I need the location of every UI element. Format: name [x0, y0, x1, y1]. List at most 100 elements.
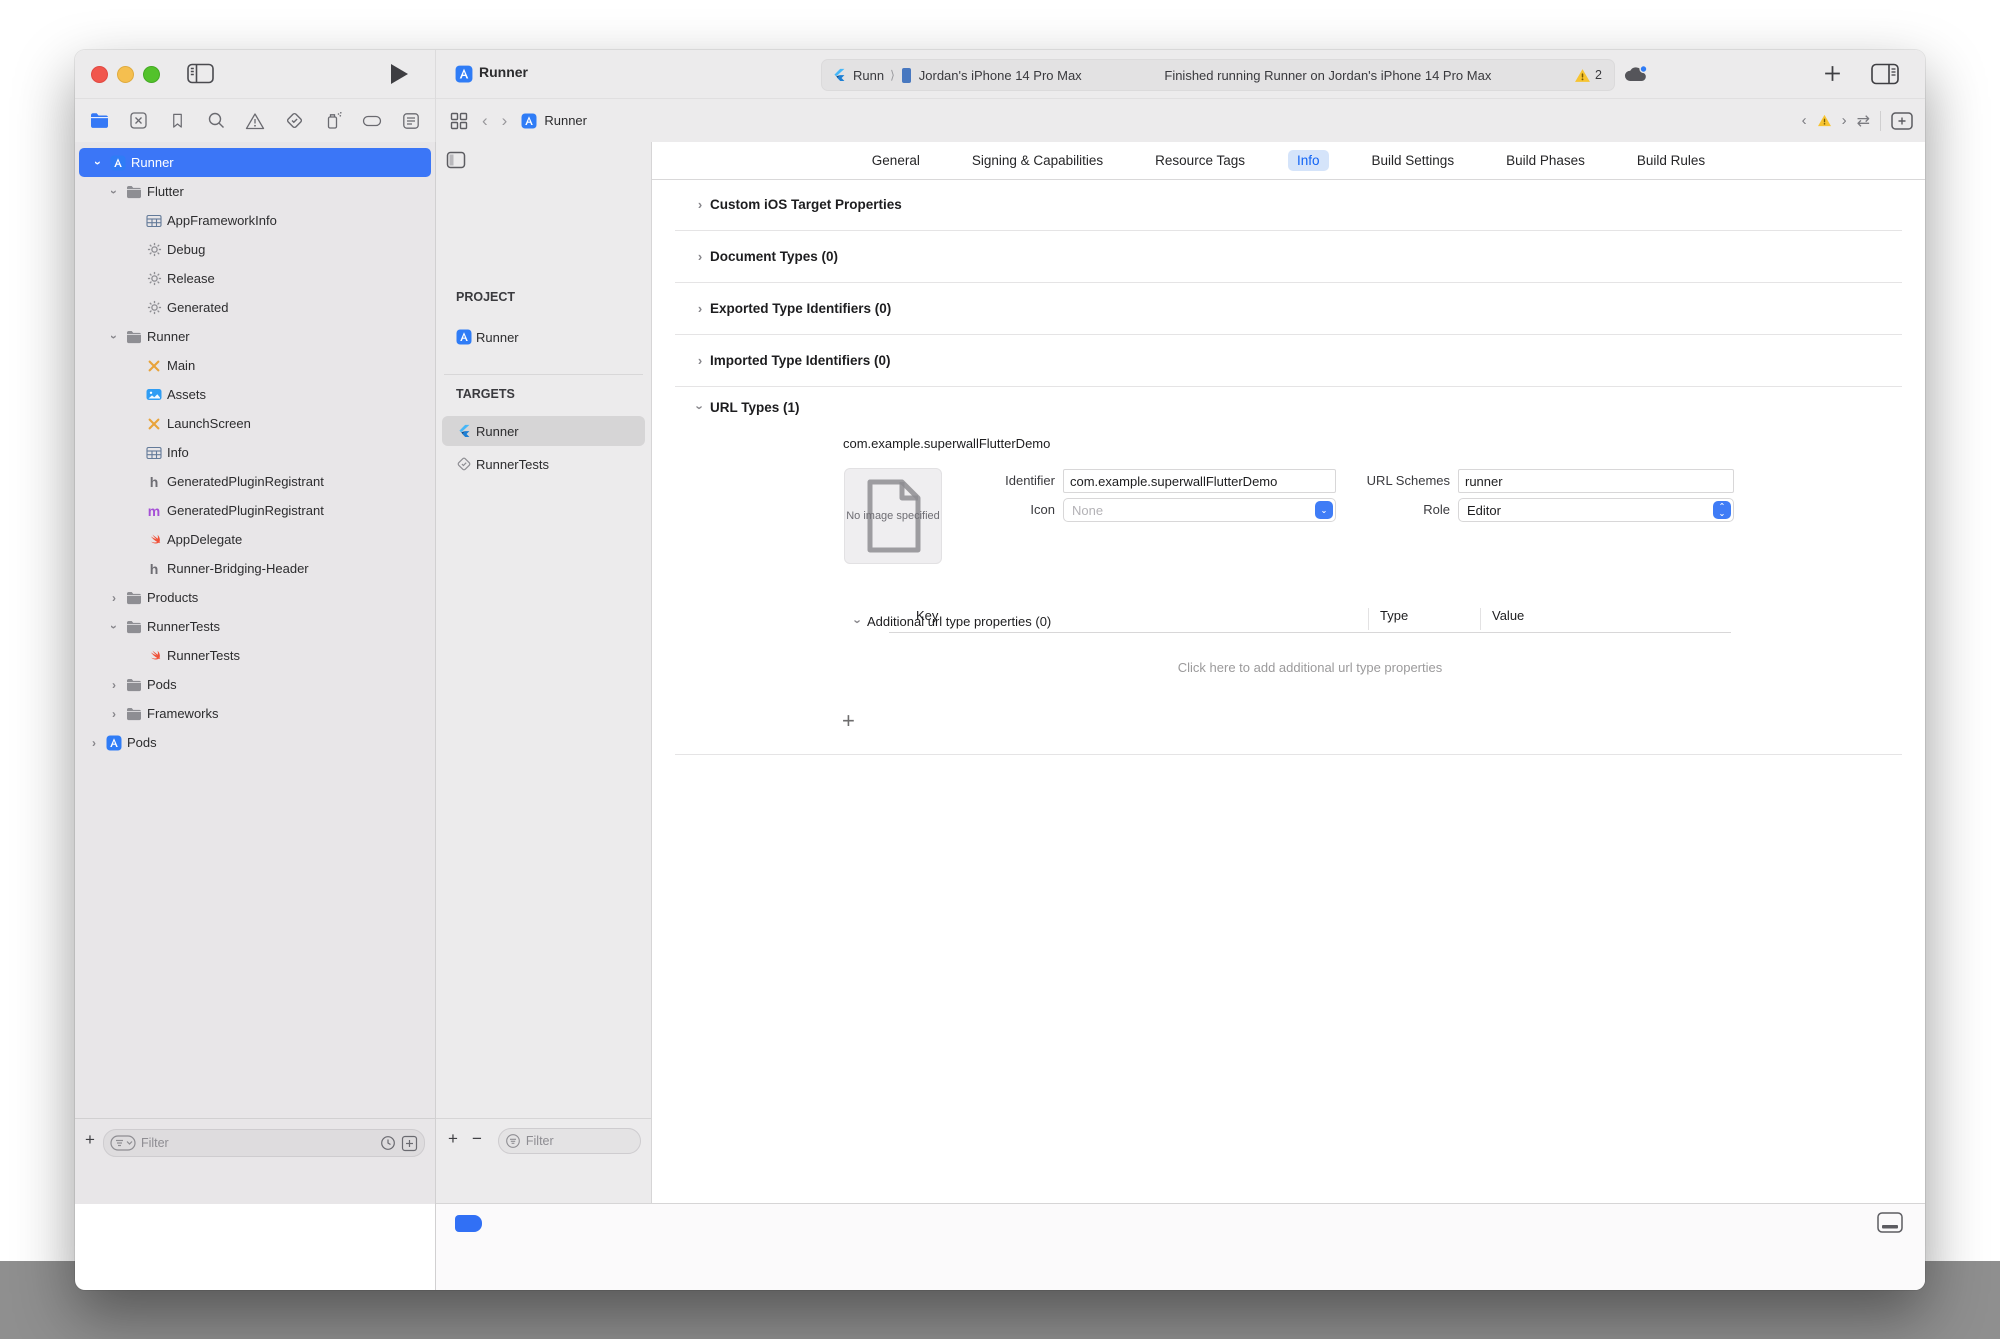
- breakpoints-icon[interactable]: [360, 109, 384, 133]
- target-row-runnertests[interactable]: RunnerTests: [442, 449, 645, 479]
- tab-general[interactable]: General: [863, 150, 929, 171]
- warning-count[interactable]: 2: [1595, 68, 1602, 82]
- add-toolbar-icon[interactable]: [1822, 63, 1843, 84]
- tab-signing-capabilities[interactable]: Signing & Capabilities: [963, 150, 1112, 171]
- navigator-row-appframeworkinfo[interactable]: AppFrameworkInfo: [75, 206, 435, 235]
- navigator-row-main[interactable]: Main: [75, 351, 435, 380]
- navigator-row-runnertests[interactable]: ›RunnerTests: [75, 612, 435, 641]
- previous-issue-icon[interactable]: ‹: [1802, 112, 1807, 129]
- navigator-row-runner[interactable]: ›Runner: [79, 148, 431, 177]
- run-button[interactable]: [391, 64, 408, 84]
- navigator-row-pods[interactable]: ›Pods: [75, 728, 435, 757]
- reports-icon[interactable]: [399, 109, 423, 133]
- navigator-row-products[interactable]: ›Products: [75, 583, 435, 612]
- find-icon[interactable]: [204, 109, 228, 133]
- navigator-row-runnertests[interactable]: RunnerTests: [75, 641, 435, 670]
- swap-editor-icon[interactable]: ⇄: [1857, 111, 1870, 131]
- role-popup[interactable]: Editor ⌃⌄: [1458, 498, 1734, 522]
- tab-resource-tags[interactable]: Resource Tags: [1146, 150, 1254, 171]
- disclosure-chevron-icon[interactable]: ›: [107, 618, 121, 636]
- project-row[interactable]: Runner: [442, 322, 645, 352]
- filter-indicator-icon[interactable]: [455, 1215, 482, 1232]
- navigator-row-frameworks[interactable]: ›Frameworks: [75, 699, 435, 728]
- zoom-traffic-light[interactable]: [143, 66, 160, 83]
- tab-build-settings[interactable]: Build Settings: [1363, 150, 1464, 171]
- disclosure-chevron-icon[interactable]: ›: [690, 353, 710, 368]
- section-imported-type-identifiers-0-[interactable]: ›Imported Type Identifiers (0): [652, 335, 1925, 386]
- jumpbar-document[interactable]: Runner: [521, 113, 587, 129]
- add-target-button[interactable]: +: [448, 1128, 458, 1150]
- additional-properties-header[interactable]: › Additional url type properties (0): [849, 614, 1051, 629]
- disclosure-chevron-icon[interactable]: ›: [91, 154, 105, 172]
- navigator-row-debug[interactable]: Debug: [75, 235, 435, 264]
- target-row-runner[interactable]: Runner: [442, 416, 645, 446]
- minimize-traffic-light[interactable]: [117, 66, 134, 83]
- scheme-name[interactable]: Runn: [853, 68, 884, 83]
- project-navigator-icon[interactable]: [87, 109, 111, 133]
- navigator-row-runner[interactable]: ›Runner: [75, 322, 435, 351]
- icon-popup[interactable]: None ⌄: [1063, 498, 1336, 522]
- remove-target-button[interactable]: −: [472, 1128, 482, 1150]
- disclosure-chevron-icon[interactable]: ›: [105, 707, 123, 721]
- navigator-row-release[interactable]: Release: [75, 264, 435, 293]
- navigator-filter-field[interactable]: Filter: [103, 1129, 425, 1157]
- section-custom-ios-target-properties[interactable]: ›Custom iOS Target Properties: [652, 179, 1925, 230]
- disclosure-chevron-icon[interactable]: ›: [105, 678, 123, 692]
- add-url-type-button[interactable]: +: [842, 708, 855, 734]
- navigator-row-appdelegate[interactable]: AppDelegate: [75, 525, 435, 554]
- navigator-row-generatedpluginregistrant[interactable]: mGeneratedPluginRegistrant: [75, 496, 435, 525]
- tab-info[interactable]: Info: [1288, 150, 1329, 171]
- toolbar-sidebar-toggle-icon[interactable]: [187, 63, 214, 84]
- disclosure-chevron-icon[interactable]: ›: [690, 197, 710, 212]
- warning-badge-icon[interactable]: [1574, 68, 1591, 83]
- filter-menu-icon[interactable]: [110, 1135, 136, 1151]
- disclosure-chevron-icon[interactable]: ›: [690, 249, 710, 264]
- toggle-bottom-panel-icon[interactable]: [1877, 1212, 1903, 1233]
- disclosure-chevron-icon[interactable]: ›: [85, 736, 103, 750]
- navigator-row-info[interactable]: Info: [75, 438, 435, 467]
- issue-warning-icon[interactable]: [1817, 114, 1832, 127]
- navigator-row-pods[interactable]: ›Pods: [75, 670, 435, 699]
- source-control-status-icon[interactable]: [401, 1135, 418, 1152]
- scheme-and-status-bar[interactable]: Runn ⟩ Jordan's iPhone 14 Pro Max Finish…: [821, 59, 1615, 91]
- source-control-icon[interactable]: [126, 109, 150, 133]
- tab-build-phases[interactable]: Build Phases: [1497, 150, 1594, 171]
- disclosure-chevron-icon[interactable]: ›: [107, 328, 121, 346]
- issues-icon[interactable]: [243, 109, 267, 133]
- disclosure-chevron-icon[interactable]: ›: [693, 398, 708, 418]
- bookmarks-icon[interactable]: [165, 109, 189, 133]
- hide-panel-icon[interactable]: [446, 150, 466, 170]
- disclosure-chevron-icon[interactable]: ›: [105, 591, 123, 605]
- editor-layout-icon[interactable]: [1871, 63, 1899, 85]
- targets-filter-field[interactable]: Filter: [498, 1128, 641, 1154]
- url-type-image-well[interactable]: No image specified: [844, 468, 942, 564]
- forward-icon[interactable]: ›: [502, 111, 508, 131]
- navigator-row-runner-bridging-header[interactable]: hRunner-Bridging-Header: [75, 554, 435, 583]
- run-destination[interactable]: Jordan's iPhone 14 Pro Max: [919, 68, 1082, 83]
- debug-icon[interactable]: [321, 109, 345, 133]
- disclosure-chevron-icon[interactable]: ›: [690, 301, 710, 316]
- cloud-status-icon[interactable]: [1623, 64, 1649, 83]
- section-exported-type-identifiers-0-[interactable]: ›Exported Type Identifiers (0): [652, 283, 1925, 334]
- related-items-icon[interactable]: [450, 112, 468, 130]
- disclosure-chevron-icon[interactable]: ›: [851, 613, 866, 631]
- section-url-types[interactable]: › URL Types (1): [652, 382, 1925, 433]
- navigator-row-generated[interactable]: Generated: [75, 293, 435, 322]
- next-issue-icon[interactable]: ›: [1842, 112, 1847, 129]
- disclosure-chevron-icon[interactable]: ›: [107, 183, 121, 201]
- tab-build-rules[interactable]: Build Rules: [1628, 150, 1714, 171]
- section-document-types-0-[interactable]: ›Document Types (0): [652, 231, 1925, 282]
- identifier-field[interactable]: com.example.superwallFlutterDemo: [1063, 469, 1336, 493]
- add-editor-icon[interactable]: [1891, 112, 1913, 130]
- url-schemes-field[interactable]: runner: [1458, 469, 1734, 493]
- add-properties-link[interactable]: Click here to add additional url type pr…: [889, 660, 1731, 675]
- recent-files-clock-icon[interactable]: [380, 1135, 396, 1151]
- navigator-row-generatedpluginregistrant[interactable]: hGeneratedPluginRegistrant: [75, 467, 435, 496]
- navigator-row-flutter[interactable]: ›Flutter: [75, 177, 435, 206]
- close-traffic-light[interactable]: [91, 66, 108, 83]
- navigator-row-launchscreen[interactable]: LaunchScreen: [75, 409, 435, 438]
- navigator-row-assets[interactable]: Assets: [75, 380, 435, 409]
- back-icon[interactable]: ‹: [482, 111, 488, 131]
- tests-icon[interactable]: [282, 109, 306, 133]
- add-file-button[interactable]: +: [85, 1129, 95, 1151]
